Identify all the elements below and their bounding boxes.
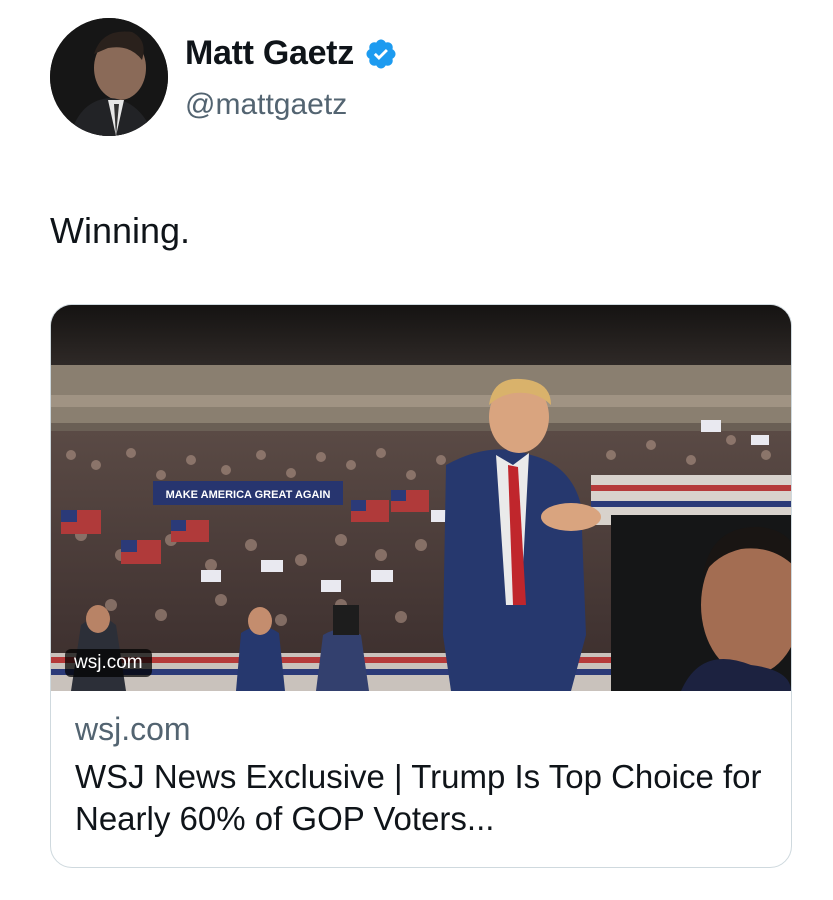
card-title[interactable]: WSJ News Exclusive | Trump Is Top Choice…: [75, 756, 771, 840]
avatar-photo: [50, 18, 168, 136]
card-image[interactable]: MAKE AMERICA GREAT AGAIN wsj.com: [51, 305, 791, 691]
author-avatar[interactable]: [50, 18, 168, 136]
banner-text: MAKE AMERICA GREAT AGAIN: [166, 489, 331, 501]
author-handle[interactable]: @mattgaetz: [185, 88, 347, 122]
card-domain: wsj.com: [75, 711, 191, 747]
author-display-name[interactable]: Matt Gaetz: [185, 34, 354, 73]
rally-photo: MAKE AMERICA GREAT AGAIN: [51, 305, 791, 691]
card-meta: wsj.com WSJ News Exclusive | Trump Is To…: [75, 711, 771, 840]
verified-badge-icon: [364, 37, 398, 71]
author-name-row: Matt Gaetz: [185, 34, 398, 73]
link-preview-card[interactable]: MAKE AMERICA GREAT AGAIN wsj.com wsj.com…: [50, 304, 792, 868]
tweet-text: Winning.: [50, 210, 191, 251]
image-domain-badge: wsj.com: [65, 649, 152, 677]
